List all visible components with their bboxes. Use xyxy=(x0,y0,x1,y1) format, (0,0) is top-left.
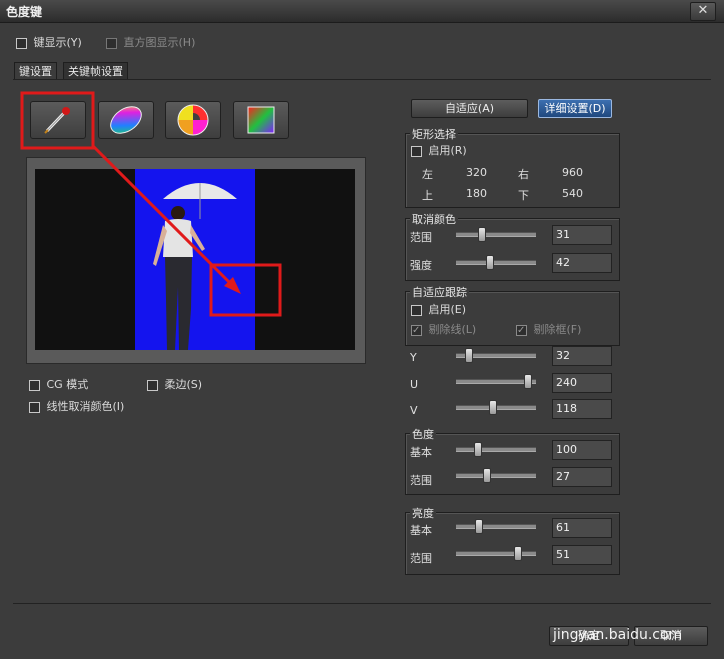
auto-adapt-button[interactable]: 自适应(A) xyxy=(411,99,528,118)
v-label: V xyxy=(410,404,418,417)
soft-edge-label: 柔边(S) xyxy=(164,378,203,391)
chroma-range-slider[interactable] xyxy=(456,468,536,483)
slider-thumb[interactable] xyxy=(474,442,482,457)
slider-thumb[interactable] xyxy=(478,227,486,242)
decolor-range-value[interactable]: 31 xyxy=(552,225,612,245)
y-slider[interactable] xyxy=(456,348,536,363)
luma-base-slider[interactable] xyxy=(456,519,536,534)
decolor-range-label: 范围 xyxy=(410,231,432,244)
decolor-strength-value[interactable]: 42 xyxy=(552,253,612,273)
slider-track xyxy=(456,524,536,529)
adaptive-tracking-title: 自适应跟踪 xyxy=(410,284,469,300)
y-label: Y xyxy=(410,351,417,364)
linear-decolor-label: 线性取消颜色(I) xyxy=(46,400,125,413)
remove-box-label: 剔除框(F) xyxy=(533,323,582,336)
luma-base-value[interactable]: 61 xyxy=(552,518,612,538)
cg-mode-checkbox[interactable] xyxy=(29,379,40,391)
slider-thumb[interactable] xyxy=(514,546,522,561)
luma-title: 亮度 xyxy=(410,505,436,521)
chroma-range-value[interactable]: 27 xyxy=(552,467,612,487)
rect-select-enable-option[interactable]: 启用(R) xyxy=(411,142,467,158)
chroma-base-slider[interactable] xyxy=(456,442,536,457)
rect-bottom-label: 下 xyxy=(518,189,529,202)
y-value[interactable]: 32 xyxy=(552,346,612,366)
slider-track xyxy=(456,447,536,452)
annotation-arrow xyxy=(91,144,234,287)
remove-box-checkbox[interactable] xyxy=(516,324,527,336)
chroma-title: 色度 xyxy=(410,426,436,442)
luma-range-label: 范围 xyxy=(410,552,432,565)
adaptive-tracking-enable-option[interactable]: 启用(E) xyxy=(411,301,466,317)
soft-edge-option[interactable]: 柔边(S) xyxy=(147,376,202,392)
u-label: U xyxy=(410,378,419,391)
adaptive-tracking-enable-label: 启用(E) xyxy=(428,303,467,316)
rect-right-label: 右 xyxy=(518,168,529,181)
chroma-range-label: 范围 xyxy=(410,474,432,487)
slider-thumb[interactable] xyxy=(465,348,473,363)
v-slider[interactable] xyxy=(456,400,536,415)
cg-mode-option[interactable]: CG 模式 xyxy=(29,376,88,392)
adaptive-tracking-enable-checkbox[interactable] xyxy=(411,304,422,316)
rect-bottom-value: 540 xyxy=(562,187,583,200)
watermark-text: jingyan.baidu.com xyxy=(553,627,683,643)
slider-track xyxy=(456,551,536,556)
luma-base-label: 基本 xyxy=(410,524,432,537)
decolor-strength-slider[interactable] xyxy=(456,255,536,270)
v-value[interactable]: 118 xyxy=(552,399,612,419)
remove-line-label: 剔除线(L) xyxy=(428,323,477,336)
slider-track xyxy=(456,260,536,265)
decolor-title: 取消颜色 xyxy=(410,211,458,227)
slider-track xyxy=(456,473,536,478)
rect-top-label: 上 xyxy=(422,189,433,202)
luma-range-slider[interactable] xyxy=(456,546,536,561)
rect-select-enable-label: 启用(R) xyxy=(428,144,467,157)
rect-left-label: 左 xyxy=(422,168,433,181)
chroma-base-label: 基本 xyxy=(410,446,432,459)
detail-settings-button[interactable]: 详细设置(D) xyxy=(538,99,612,118)
bottom-divider xyxy=(13,603,711,604)
slider-thumb[interactable] xyxy=(486,255,494,270)
decolor-strength-label: 强度 xyxy=(410,259,432,272)
slider-thumb[interactable] xyxy=(489,400,497,415)
rect-right-value: 960 xyxy=(562,166,583,179)
luma-range-value[interactable]: 51 xyxy=(552,545,612,565)
linear-decolor-checkbox[interactable] xyxy=(29,401,40,413)
cg-mode-label: CG 模式 xyxy=(46,378,89,391)
remove-line-option[interactable]: 剔除线(L) xyxy=(411,321,476,337)
rect-select-title: 矩形选择 xyxy=(410,126,458,142)
slider-thumb[interactable] xyxy=(524,374,532,389)
rect-top-value: 180 xyxy=(466,187,487,200)
slider-thumb[interactable] xyxy=(475,519,483,534)
remove-box-option[interactable]: 剔除框(F) xyxy=(516,321,581,337)
decolor-range-slider[interactable] xyxy=(456,227,536,242)
linear-decolor-option[interactable]: 线性取消颜色(I) xyxy=(29,398,124,414)
rect-left-value: 320 xyxy=(466,166,487,179)
rect-select-enable-checkbox[interactable] xyxy=(411,145,422,157)
slider-track xyxy=(456,232,536,237)
remove-line-checkbox[interactable] xyxy=(411,324,422,336)
u-value[interactable]: 240 xyxy=(552,373,612,393)
u-slider[interactable] xyxy=(456,374,536,389)
annotation-highlight-tool xyxy=(20,91,95,150)
soft-edge-checkbox[interactable] xyxy=(147,379,158,391)
slider-thumb[interactable] xyxy=(483,468,491,483)
chroma-base-value[interactable]: 100 xyxy=(552,440,612,460)
